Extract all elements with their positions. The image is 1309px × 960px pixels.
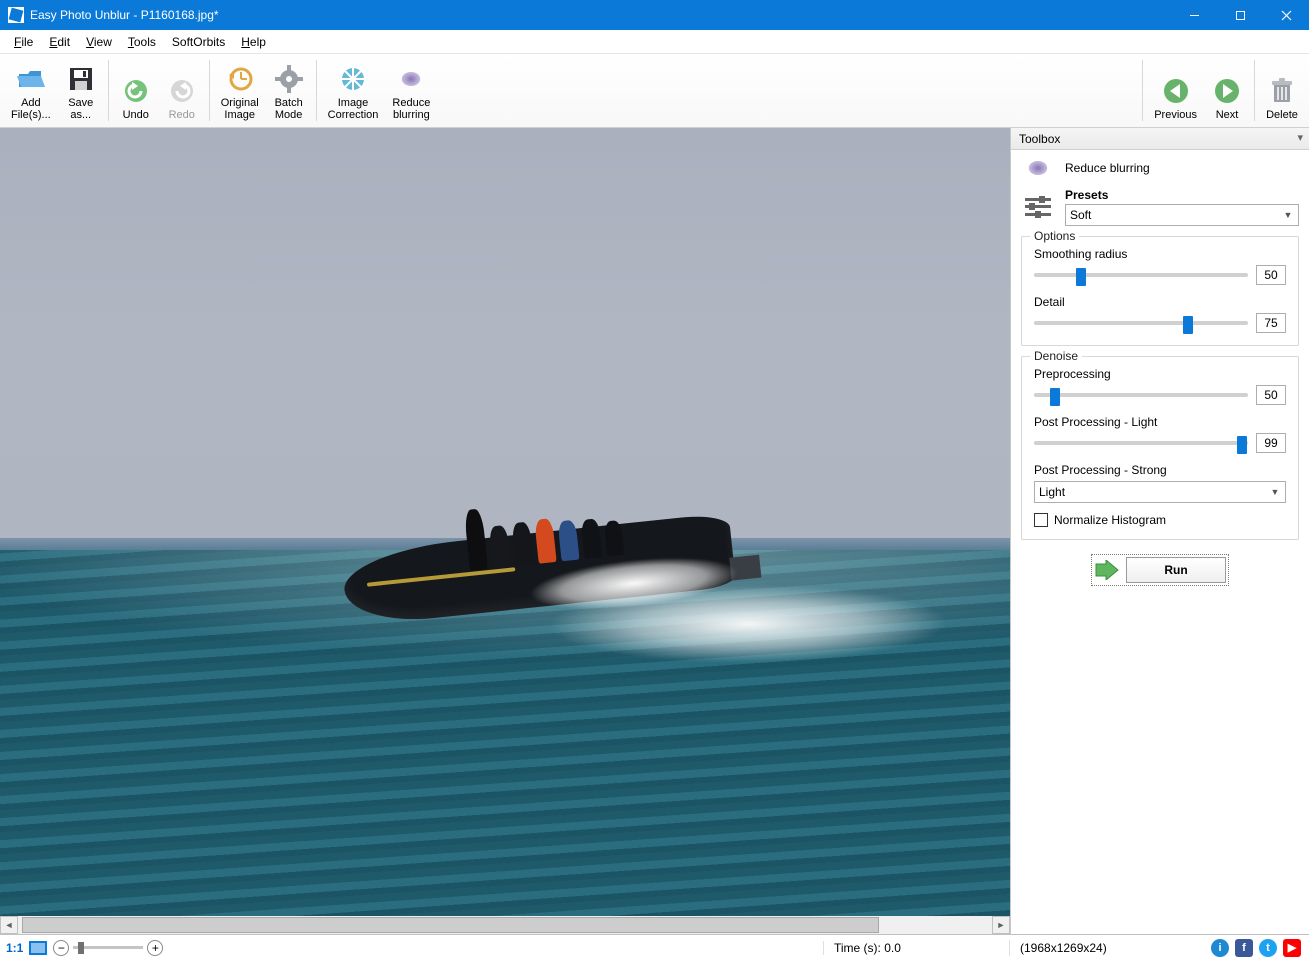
redo-button: Redo [159, 56, 205, 125]
menu-help[interactable]: Help [233, 33, 274, 51]
undo-icon [122, 77, 150, 105]
trash-icon [1268, 77, 1296, 105]
smoothing-slider[interactable] [1034, 273, 1248, 277]
scroll-left-button[interactable]: ◄ [0, 916, 18, 934]
blur-icon [397, 65, 425, 93]
save-as-button[interactable]: Save as... [58, 56, 104, 125]
smoothing-value[interactable]: 50 [1256, 265, 1286, 285]
minimize-button[interactable] [1171, 0, 1217, 30]
postlight-label: Post Processing - Light [1034, 415, 1286, 429]
denoise-group: Denoise Preprocessing 50 Post Processing… [1021, 356, 1299, 540]
menu-file[interactable]: File [6, 33, 41, 51]
original-image-button[interactable]: Original Image [214, 56, 266, 125]
image-dimensions: (1968x1269x24) [1010, 941, 1170, 955]
menu-edit[interactable]: Edit [41, 33, 78, 51]
sparkle-icon [339, 65, 367, 93]
facebook-icon[interactable]: f [1235, 939, 1253, 957]
horizontal-scrollbar[interactable]: ◄ ► [0, 916, 1010, 934]
time-status: Time (s): 0.0 [823, 941, 1003, 955]
previous-button[interactable]: Previous [1147, 56, 1204, 125]
preprocessing-value[interactable]: 50 [1256, 385, 1286, 405]
pin-icon[interactable]: ▾ [1297, 131, 1303, 144]
scroll-thumb[interactable] [22, 917, 879, 933]
toolbox-panel: Toolbox ▾ Reduce blurring Presets Soft ▼ [1010, 128, 1309, 934]
menu-view[interactable]: View [78, 33, 120, 51]
folder-open-icon [17, 65, 45, 93]
zoom-in-button[interactable]: + [147, 940, 163, 956]
main-toolbar: Add File(s)... Save as... Undo Redo Orig… [0, 54, 1309, 128]
menu-softorbits[interactable]: SoftOrbits [164, 33, 233, 51]
add-files-button[interactable]: Add File(s)... [4, 56, 58, 125]
preprocessing-label: Preprocessing [1034, 367, 1286, 381]
chevron-down-icon: ▼ [1280, 207, 1296, 223]
clock-back-icon [226, 65, 254, 93]
presets-dropdown[interactable]: Soft ▼ [1065, 204, 1299, 226]
poststrong-label: Post Processing - Strong [1034, 463, 1286, 477]
status-bar: 1:1 − + Time (s): 0.0 (1968x1269x24) i f… [0, 934, 1309, 960]
blur-icon [1025, 158, 1051, 178]
info-icon[interactable]: i [1211, 939, 1229, 957]
maximize-button[interactable] [1217, 0, 1263, 30]
app-icon [8, 7, 24, 23]
youtube-icon[interactable]: ▶ [1283, 939, 1301, 957]
delete-button[interactable]: Delete [1259, 56, 1305, 125]
next-button[interactable]: Next [1204, 56, 1250, 125]
postlight-slider[interactable] [1034, 441, 1248, 445]
scroll-right-button[interactable]: ► [992, 916, 1010, 934]
postlight-value[interactable]: 99 [1256, 433, 1286, 453]
menu-tools[interactable]: Tools [120, 33, 164, 51]
run-arrow-icon [1094, 559, 1120, 581]
detail-value[interactable]: 75 [1256, 313, 1286, 333]
normalize-histogram-checkbox[interactable] [1034, 513, 1048, 527]
preprocessing-slider[interactable] [1034, 393, 1248, 397]
menu-bar: File Edit View Tools SoftOrbits Help [0, 30, 1309, 54]
poststrong-dropdown[interactable]: Light ▼ [1034, 481, 1286, 503]
fit-screen-icon[interactable] [29, 941, 47, 955]
chevron-down-icon: ▼ [1267, 484, 1283, 500]
smoothing-label: Smoothing radius [1034, 247, 1286, 261]
toolbox-header: Toolbox ▾ [1011, 128, 1309, 150]
photo-content [0, 128, 1010, 916]
toolbox-title: Reduce blurring [1065, 161, 1150, 175]
presets-icon [1025, 196, 1051, 218]
gear-icon [275, 65, 303, 93]
scroll-track[interactable] [18, 916, 992, 934]
twitter-icon[interactable]: t [1259, 939, 1277, 957]
presets-label: Presets [1065, 188, 1299, 202]
detail-slider[interactable] [1034, 321, 1248, 325]
zoom-ratio[interactable]: 1:1 [6, 941, 23, 955]
detail-label: Detail [1034, 295, 1286, 309]
close-button[interactable] [1263, 0, 1309, 30]
reduce-blurring-button[interactable]: Reduce blurring [385, 56, 437, 125]
arrow-left-icon [1162, 77, 1190, 105]
save-icon [67, 65, 95, 93]
image-canvas[interactable] [0, 128, 1010, 916]
image-correction-button[interactable]: Image Correction [321, 56, 386, 125]
arrow-right-icon [1213, 77, 1241, 105]
options-group: Options Smoothing radius 50 Detail 75 [1021, 236, 1299, 346]
normalize-histogram-label: Normalize Histogram [1054, 513, 1166, 527]
redo-icon [168, 77, 196, 105]
undo-button[interactable]: Undo [113, 56, 159, 125]
batch-mode-button[interactable]: Batch Mode [266, 56, 312, 125]
zoom-slider[interactable] [73, 946, 143, 949]
window-title: Easy Photo Unblur - P1160168.jpg* [30, 8, 1171, 22]
window-titlebar: Easy Photo Unblur - P1160168.jpg* [0, 0, 1309, 30]
run-button[interactable]: Run [1126, 557, 1226, 583]
zoom-out-button[interactable]: − [53, 940, 69, 956]
